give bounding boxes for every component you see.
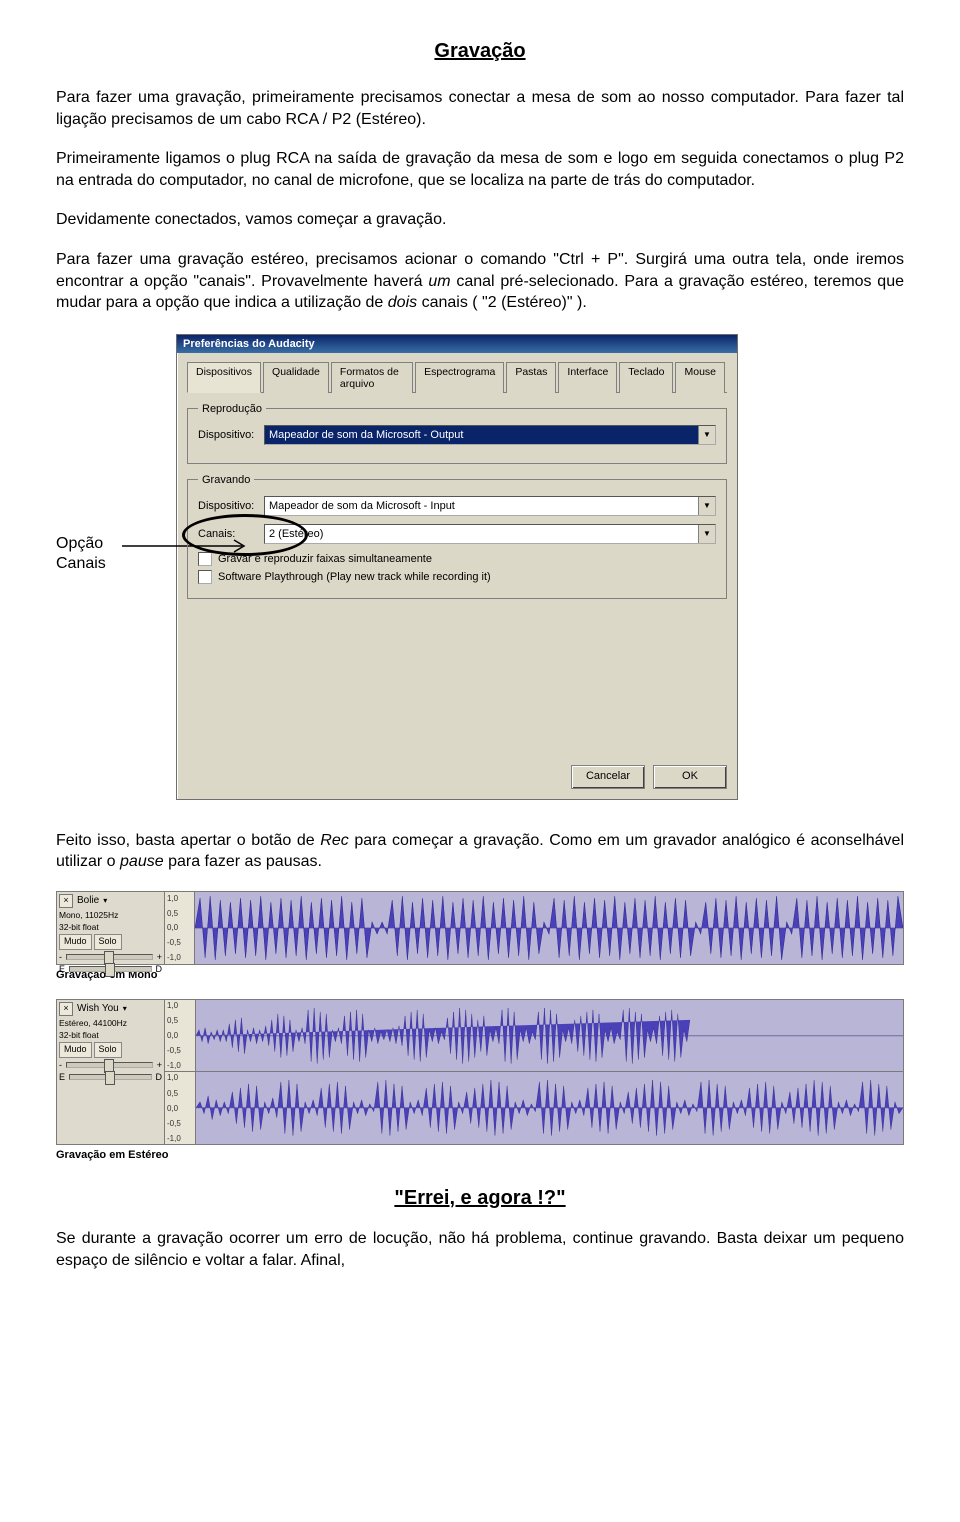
tab-qualidade[interactable]: Qualidade <box>263 362 329 393</box>
track-format: Estéreo, 44100Hz <box>59 1018 162 1028</box>
chevron-down-icon: ▼ <box>698 497 715 515</box>
label-channels: Canais: <box>198 528 258 540</box>
ok-button[interactable]: OK <box>653 765 727 789</box>
track-name: Wish You <box>77 1003 119 1014</box>
page-title: Gravação <box>56 40 904 63</box>
group-recording: Gravando Dispositivo: Mapeador de som da… <box>187 474 727 599</box>
chevron-down-icon[interactable]: ▾ <box>123 1004 127 1013</box>
combo-device-record[interactable]: Mapeador de som da Microsoft - Input ▼ <box>264 496 716 516</box>
paragraph-4: Para fazer uma gravação estéreo, precisa… <box>56 249 904 314</box>
caption-mono: Gravação em Mono <box>56 969 904 981</box>
paragraph-6: Se durante a gravação ocorrer um erro de… <box>56 1228 904 1271</box>
caption-stereo: Gravação em Estéreo <box>56 1149 904 1161</box>
gain-slider[interactable]: -+ <box>59 1060 162 1070</box>
label-device-record: Dispositivo: <box>198 500 258 512</box>
label-device-playback: Dispositivo: <box>198 429 258 441</box>
chevron-down-icon[interactable]: ▾ <box>103 896 107 905</box>
mute-button[interactable]: Mudo <box>59 1042 92 1058</box>
paragraph-3: Devidamente conectados, vamos começar a … <box>56 209 904 231</box>
tab-mouse[interactable]: Mouse <box>675 362 725 393</box>
checkbox-icon <box>198 570 212 584</box>
callout-label: Opção Canais <box>56 534 106 574</box>
close-icon[interactable]: × <box>59 1002 73 1016</box>
checkbox-simultaneous[interactable]: Gravar e reproduzir faixas simultaneamen… <box>198 552 716 566</box>
group-recording-legend: Gravando <box>198 474 254 486</box>
close-icon[interactable]: × <box>59 894 73 908</box>
checkbox-icon <box>198 552 212 566</box>
waveform-display-right[interactable] <box>196 1072 903 1144</box>
subheading: "Errei, e agora !?" <box>56 1187 904 1210</box>
track-panel: × Wish You ▾ Estéreo, 44100Hz 32-bit flo… <box>57 1000 165 1144</box>
tab-espectrograma[interactable]: Espectrograma <box>415 362 504 393</box>
group-playback: Reprodução Dispositivo: Mapeador de som … <box>187 403 727 464</box>
waveform-display[interactable] <box>195 892 903 964</box>
mute-button[interactable]: Mudo <box>59 934 92 950</box>
tab-dispositivos[interactable]: Dispositivos <box>187 362 261 393</box>
track-bitdepth: 32-bit float <box>59 1030 162 1040</box>
waveform-track-stereo: × Wish You ▾ Estéreo, 44100Hz 32-bit flo… <box>56 999 904 1145</box>
combo-channels[interactable]: 2 (Estéreo) ▼ <box>264 524 716 544</box>
solo-button[interactable]: Solo <box>94 1042 122 1058</box>
waveform-track-mono: × Bolie ▾ Mono, 11025Hz 32-bit float Mud… <box>56 891 904 965</box>
track-scale: 1,0 0,5 0,0 -0,5 -1,0 1,0 0,5 0,0 -0,5 -… <box>165 1000 196 1144</box>
preferences-dialog: Preferências do Audacity Dispositivos Qu… <box>176 334 738 800</box>
group-playback-legend: Reprodução <box>198 403 266 415</box>
chevron-down-icon: ▼ <box>698 525 715 543</box>
checkbox-playthrough[interactable]: Software Playthrough (Play new track whi… <box>198 570 716 584</box>
track-bitdepth: 32-bit float <box>59 922 162 932</box>
track-name: Bolie <box>77 895 99 906</box>
track-format: Mono, 11025Hz <box>59 910 162 920</box>
paragraph-2: Primeiramente ligamos o plug RCA na saíd… <box>56 148 904 191</box>
chevron-down-icon: ▼ <box>698 426 715 444</box>
combo-device-playback[interactable]: Mapeador de som da Microsoft - Output ▼ <box>264 425 716 445</box>
track-scale: 1,0 0,5 0,0 -0,5 -1,0 <box>165 892 195 964</box>
dialog-tabs: Dispositivos Qualidade Formatos de arqui… <box>187 361 727 393</box>
cancel-button[interactable]: Cancelar <box>571 765 645 789</box>
solo-button[interactable]: Solo <box>94 934 122 950</box>
waveform-display-left[interactable] <box>196 1000 903 1073</box>
track-panel: × Bolie ▾ Mono, 11025Hz 32-bit float Mud… <box>57 892 165 964</box>
paragraph-5: Feito isso, basta apertar o botão de Rec… <box>56 830 904 873</box>
pan-slider[interactable]: ED <box>59 1072 162 1082</box>
dialog-illustration: Opção Canais Preferências do Audacity Di… <box>56 334 904 800</box>
tab-formatos[interactable]: Formatos de arquivo <box>331 362 413 393</box>
tab-interface[interactable]: Interface <box>558 362 617 393</box>
tab-pastas[interactable]: Pastas <box>506 362 556 393</box>
dialog-titlebar: Preferências do Audacity <box>177 335 737 353</box>
tab-teclado[interactable]: Teclado <box>619 362 673 393</box>
paragraph-1: Para fazer uma gravação, primeiramente p… <box>56 87 904 130</box>
gain-slider[interactable]: -+ <box>59 952 162 962</box>
